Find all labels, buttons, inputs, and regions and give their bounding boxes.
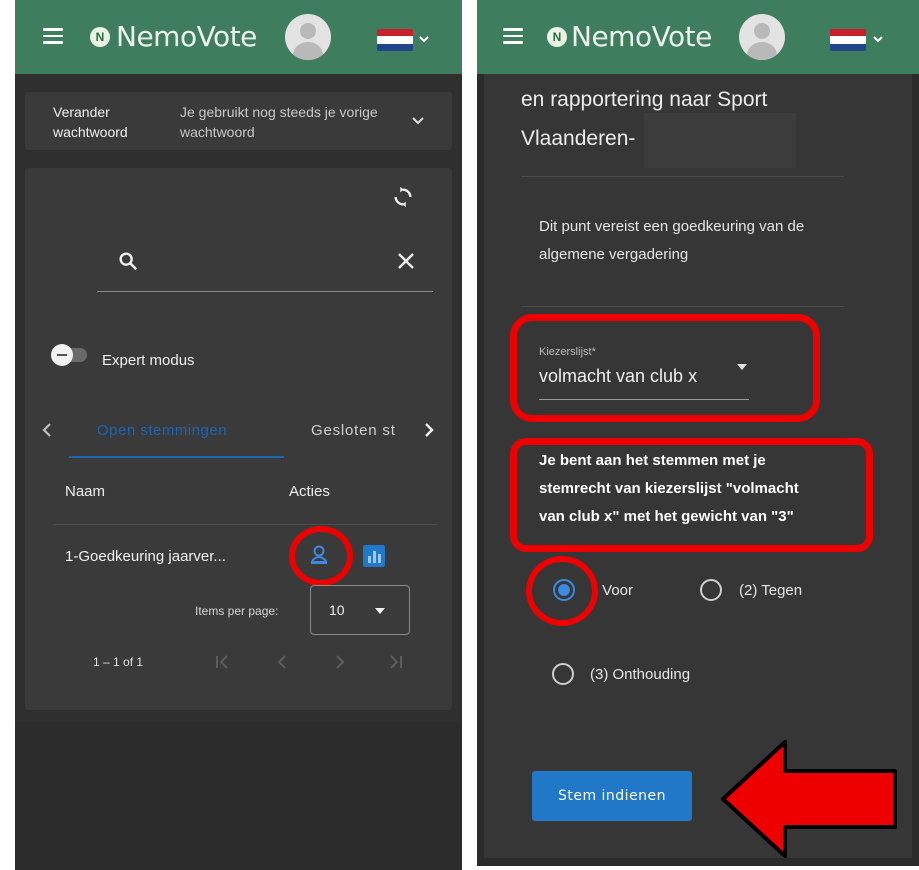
highlight-circle-vote — [289, 526, 353, 586]
active-tab-indicator — [69, 456, 284, 458]
password-label: Verander wachtwoord — [53, 104, 128, 140]
expert-mode-label: Expert modus — [102, 352, 195, 369]
refresh-icon[interactable] — [392, 186, 414, 208]
password-panel[interactable]: Verander wachtwoord Je gebruikt nog stee… — [25, 92, 452, 150]
app-bar: N NemoVote — [15, 0, 462, 74]
red-arrow-annotation — [721, 740, 897, 858]
dropdown-arrow-icon — [375, 608, 385, 614]
chevron-right-icon[interactable] — [423, 422, 435, 438]
submit-vote-button[interactable]: Stem indienen — [532, 771, 692, 821]
pagination-range: 1 – 1 of 1 — [93, 655, 144, 669]
first-page-icon[interactable] — [215, 655, 231, 669]
previous-page-icon[interactable] — [277, 655, 287, 669]
items-per-page-select[interactable]: 10 — [310, 585, 410, 635]
password-message: Je gebruikt nog steeds je vorige wachtwo… — [180, 104, 378, 140]
redacted-area — [644, 113, 796, 168]
chevron-down-icon[interactable] — [419, 34, 429, 44]
radio-tegen[interactable] — [700, 579, 722, 601]
option-tegen-label[interactable]: (2) Tegen — [739, 582, 802, 599]
table-row-name[interactable]: 1-Goedkeuring jaarver... — [65, 548, 226, 565]
chevron-down-icon — [412, 117, 424, 125]
expert-mode-toggle[interactable] — [51, 344, 87, 366]
app-logo: NemoVote — [116, 20, 257, 53]
radio-onthouding[interactable] — [552, 663, 574, 685]
app-logo-icon: N — [90, 27, 110, 47]
close-icon[interactable] — [396, 251, 416, 271]
search-icon — [119, 252, 138, 271]
votes-card: Expert modus Open stemmingen Gesloten st… — [25, 168, 452, 710]
app-bar: N NemoVote — [477, 0, 919, 74]
agenda-title-line-1: en rapportering naar Sport — [521, 88, 768, 111]
highlight-circle-voor — [526, 556, 598, 626]
results-chart-icon[interactable] — [363, 545, 385, 567]
menu-icon[interactable] — [43, 28, 63, 44]
right-screenshot: en rapportering naar Sport Vlaanderen- D… — [477, 0, 919, 866]
column-header-naam: Naam — [65, 483, 106, 500]
highlight-box-voter-list — [510, 314, 820, 422]
language-flag-icon[interactable] — [830, 29, 866, 51]
avatar[interactable] — [739, 14, 785, 60]
chevron-down-icon[interactable] — [873, 34, 883, 44]
column-header-acties: Acties — [289, 483, 330, 500]
highlight-box-voting-info — [510, 438, 873, 552]
chevron-left-icon[interactable] — [41, 422, 53, 438]
left-screenshot: N NemoVote Verander wachtwoord Je gebrui… — [15, 0, 462, 870]
app-logo: NemoVote — [571, 20, 712, 53]
next-page-icon[interactable] — [335, 655, 345, 669]
app-logo-icon: N — [547, 27, 567, 47]
avatar[interactable] — [285, 14, 331, 60]
approval-note-line-1: Dit punt vereist een goedkeuring van de — [539, 218, 805, 235]
tab-gesloten-stemmingen[interactable]: Gesloten st — [311, 422, 396, 439]
agenda-title-line-2: Vlaanderen- — [521, 127, 636, 150]
tab-open-stemmingen[interactable]: Open stemmingen — [97, 422, 227, 439]
option-voor-label[interactable]: ) Voor — [593, 582, 633, 599]
items-per-page-label: Items per page: — [195, 604, 279, 618]
option-onthouding-label[interactable]: (3) Onthouding — [590, 666, 690, 683]
menu-icon[interactable] — [503, 28, 523, 44]
approval-note-line-2: algemene vergadering — [539, 246, 689, 263]
language-flag-icon[interactable] — [377, 29, 413, 51]
last-page-icon[interactable] — [387, 655, 403, 669]
search-field[interactable] — [97, 238, 433, 292]
